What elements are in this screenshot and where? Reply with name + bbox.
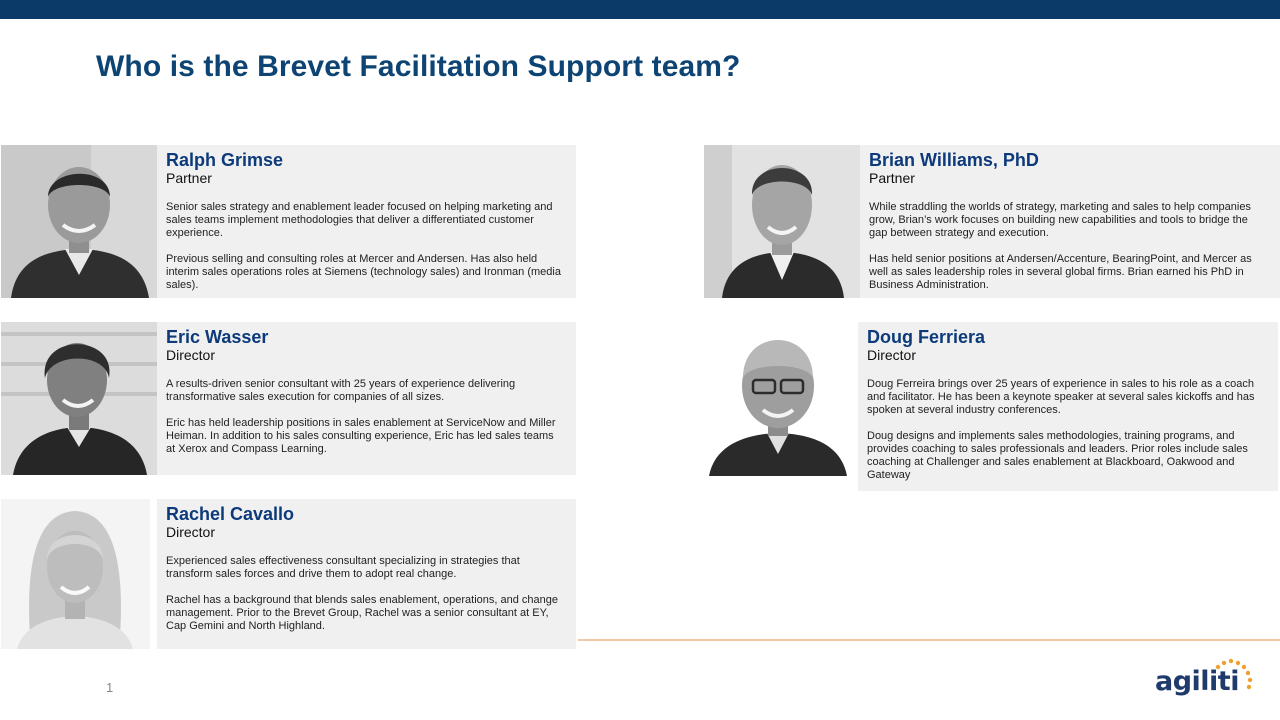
headshot-photo	[1, 499, 150, 649]
footer-divider	[578, 639, 1280, 641]
member-bio-paragraph: Senior sales strategy and enablement lea…	[166, 201, 553, 239]
member-role: Director	[867, 347, 917, 363]
slide-title: Who is the Brevet Facilitation Support t…	[96, 50, 741, 83]
team-card-brian-williams: Brian Williams, PhD Partner While stradd…	[704, 145, 1280, 298]
member-bio-paragraph: Eric has held leadership positions in sa…	[166, 417, 556, 455]
top-bar	[0, 0, 1280, 19]
member-bio-paragraph: While straddling the worlds of strategy,…	[869, 201, 1251, 239]
team-card-eric-wasser: Eric Wasser Director A results-driven se…	[1, 322, 576, 475]
logo-dots-icon	[1215, 658, 1253, 690]
team-card-ralph-grimse: Ralph Grimse Partner Senior sales strate…	[1, 145, 576, 298]
team-card-info: Doug Ferriera Director Doug Ferreira bri…	[858, 322, 1278, 491]
member-bio-paragraph: Previous selling and consulting roles at…	[166, 253, 561, 291]
member-name: Doug Ferriera	[867, 327, 986, 347]
member-name: Rachel Cavallo	[166, 504, 295, 524]
team-card-info: Ralph Grimse Partner Senior sales strate…	[157, 145, 576, 298]
member-bio-paragraph: Rachel has a background that blends sale…	[166, 594, 558, 632]
page-number: 1	[106, 680, 114, 695]
headshot-photo	[704, 145, 860, 298]
member-bio-paragraph: Doug Ferreira brings over 25 years of ex…	[867, 378, 1255, 416]
member-name: Eric Wasser	[166, 327, 269, 347]
member-role: Director	[166, 524, 216, 540]
team-card-rachel-cavallo: Rachel Cavallo Director Experienced sale…	[1, 499, 576, 649]
team-card-info: Brian Williams, PhD Partner While stradd…	[860, 145, 1280, 298]
team-card-doug-ferriera: Doug Ferriera Director Doug Ferreira bri…	[699, 322, 1278, 491]
team-card-info: Rachel Cavallo Director Experienced sale…	[157, 499, 576, 649]
headshot-photo	[699, 322, 858, 476]
member-bio-paragraph: Has held senior positions at Andersen/Ac…	[869, 253, 1252, 291]
member-bio-paragraph: Experienced sales effectiveness consulta…	[166, 555, 520, 580]
member-role: Partner	[166, 170, 212, 186]
team-card-info: Eric Wasser Director A results-driven se…	[157, 322, 576, 475]
headshot-photo	[1, 322, 157, 475]
member-role: Partner	[869, 170, 915, 186]
agiliti-logo: agiliti	[1155, 658, 1255, 702]
member-bio-paragraph: A results-driven senior consultant with …	[166, 378, 516, 403]
headshot-photo	[1, 145, 157, 298]
member-name: Brian Williams, PhD	[869, 150, 1039, 170]
member-role: Director	[166, 347, 216, 363]
member-name: Ralph Grimse	[166, 150, 284, 170]
member-bio-paragraph: Doug designs and implements sales method…	[867, 430, 1248, 481]
